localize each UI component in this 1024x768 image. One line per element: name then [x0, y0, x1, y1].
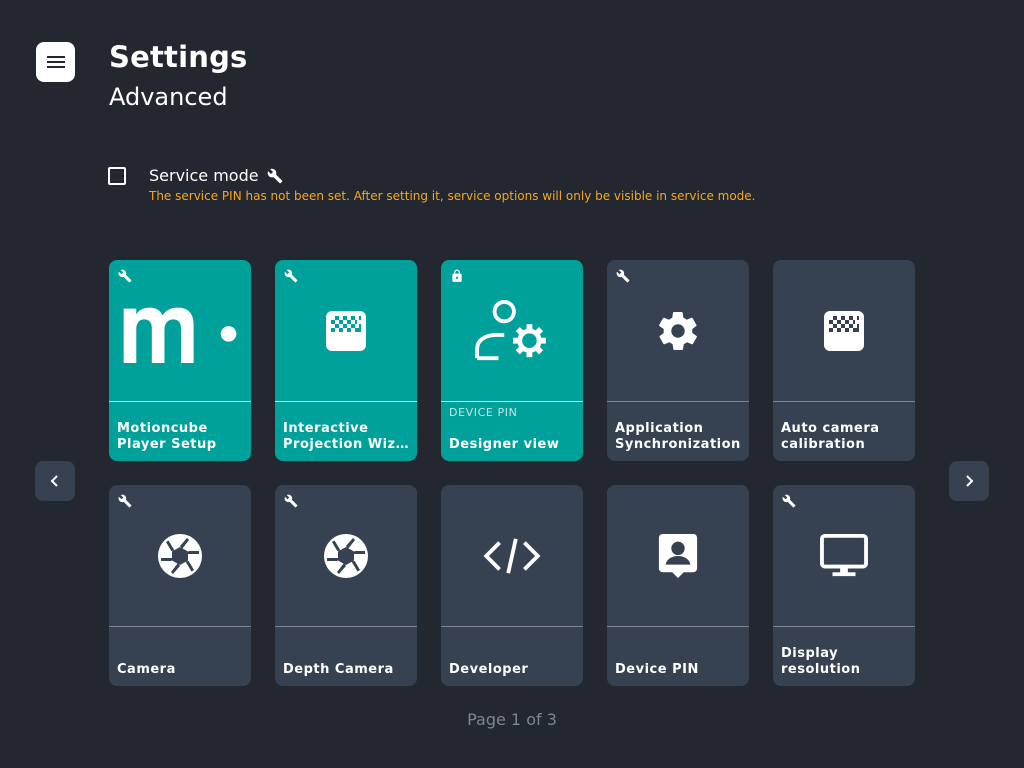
settings-tile[interactable]: Interactive Projection Wiz…	[275, 260, 417, 461]
tile-caption-line: Application	[615, 421, 704, 436]
tile-caption-line: Motioncube	[117, 421, 208, 436]
tile-divider	[607, 626, 749, 627]
calibration-grid-icon	[822, 309, 866, 353]
tile-caption-line: Display	[781, 646, 839, 661]
tile-caption-line: Camera	[117, 662, 176, 677]
service-pin-warning: The service PIN has not been set. After …	[149, 189, 756, 203]
tile-caption-line: Interactive	[283, 421, 369, 436]
tile-caption: Camera	[117, 662, 243, 678]
wrench-icon	[267, 168, 282, 183]
motioncube-logo-icon	[121, 297, 239, 365]
service-mode-label: Service mode	[149, 166, 259, 185]
tile-divider	[441, 401, 583, 402]
person-badge-icon	[657, 532, 699, 580]
tile-divider	[607, 401, 749, 402]
camera-aperture-icon	[156, 532, 204, 580]
tile-caption-line: Synchronization	[615, 437, 741, 452]
settings-tile[interactable]: Motioncube Player Setup	[109, 260, 251, 461]
page-subtitle: Advanced	[109, 83, 228, 111]
tile-caption-line: Player Setup	[117, 437, 217, 452]
pagination-label: Page 1 of 3	[467, 710, 557, 729]
service-mode-checkbox[interactable]	[108, 167, 126, 185]
service-mode-label-wrap[interactable]: Service mode	[149, 166, 283, 185]
settings-tile[interactable]: DEVICE PIN Designer view	[441, 260, 583, 461]
tile-caption-line: resolution	[781, 662, 861, 677]
calibration-grid-icon	[324, 309, 368, 353]
designer-view-icon	[473, 299, 551, 362]
tile-caption: Designer view	[449, 437, 575, 453]
settings-page: Settings Advanced Service mode The servi…	[0, 0, 1024, 768]
settings-tile[interactable]: Auto camera calibration	[773, 260, 915, 461]
settings-tile[interactable]: Developer	[441, 485, 583, 686]
tile-kicker: DEVICE PIN	[449, 406, 518, 419]
tile-divider	[275, 626, 417, 627]
tile-divider	[773, 626, 915, 627]
page-title: Settings	[109, 40, 248, 74]
tile-caption-line: Device PIN	[615, 662, 699, 677]
hamburger-menu-icon	[46, 56, 65, 68]
monitor-icon	[818, 533, 870, 579]
settings-tile[interactable]: Device PIN	[607, 485, 749, 686]
tile-caption-line: calibration	[781, 437, 866, 452]
tile-divider	[773, 401, 915, 402]
tile-caption: Depth Camera	[283, 662, 409, 678]
camera-aperture-icon	[322, 532, 370, 580]
next-page-button[interactable]	[949, 461, 989, 501]
tile-caption-line: Developer	[449, 662, 529, 677]
tile-caption: Auto camera calibration	[781, 421, 907, 453]
code-icon	[483, 535, 541, 577]
tile-caption-line: Depth Camera	[283, 662, 394, 677]
tile-caption-line: Designer view	[449, 437, 560, 452]
tile-caption-line: Projection Wiz…	[283, 437, 409, 452]
tile-caption: Developer	[449, 662, 575, 678]
settings-tile[interactable]: Display resolution	[773, 485, 915, 686]
chevron-right-icon	[966, 475, 974, 487]
tile-caption: Device PIN	[615, 662, 741, 678]
settings-tile[interactable]: Camera	[109, 485, 251, 686]
tile-divider	[109, 626, 251, 627]
gear-icon	[655, 308, 701, 354]
tile-caption: Display resolution	[781, 646, 907, 678]
tile-caption: Interactive Projection Wiz…	[283, 421, 409, 453]
tile-caption: Motioncube Player Setup	[117, 421, 243, 453]
tile-divider	[441, 626, 583, 627]
menu-button[interactable]	[36, 42, 75, 82]
tile-divider	[275, 401, 417, 402]
tile-divider	[109, 401, 251, 402]
settings-tile[interactable]: Application Synchronization	[607, 260, 749, 461]
chevron-left-icon	[50, 475, 58, 487]
previous-page-button[interactable]	[35, 461, 75, 501]
settings-tile[interactable]: Depth Camera	[275, 485, 417, 686]
tile-caption-line: Auto camera	[781, 421, 880, 436]
tile-caption: Application Synchronization	[615, 421, 741, 453]
